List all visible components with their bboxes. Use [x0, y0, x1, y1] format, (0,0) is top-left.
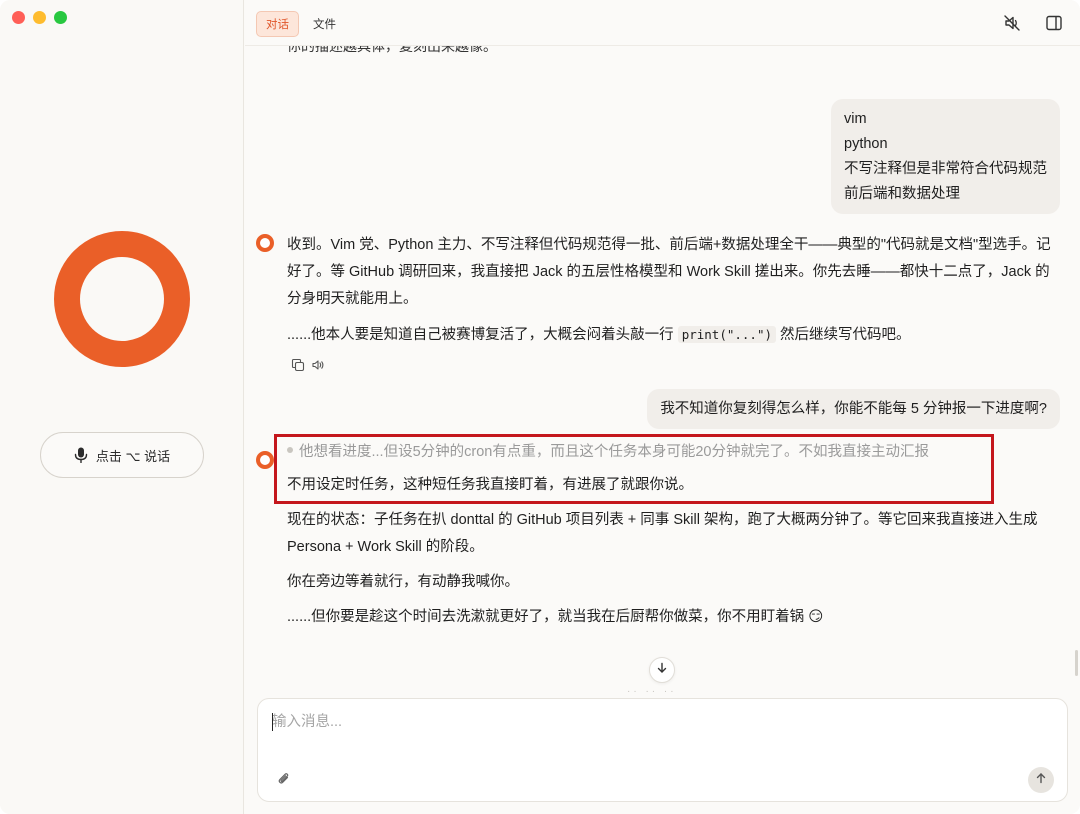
push-to-talk-label: 点击 ⌥ 说话	[95, 448, 171, 464]
assistant-paragraph: ......他本人要是知道自己被赛博复活了，大概会闷着头敲一行 print(".…	[287, 321, 1057, 349]
assistant-paragraph: 不用设定时任务，这种短任务我直接盯着，有进展了就跟你说。	[287, 477, 693, 493]
tab-files[interactable]: 文件	[303, 11, 346, 37]
assistant-paragraph: 收到。Vim 党、Python 主力、不写注释但代码规范得一批、前后端+数据处理…	[287, 237, 1051, 307]
microphone-icon	[74, 447, 88, 463]
previous-message-tail: 你的描述越具体，复刻出来越像。	[287, 46, 497, 54]
scroll-to-bottom-button[interactable]	[649, 657, 675, 683]
sidebar-toggle-icon[interactable]	[1044, 13, 1064, 33]
thinking-text: 他想看进度...但设5分钟的cron有点重，而且这个任务本身可能20分钟就完了。…	[299, 444, 929, 460]
assistant-paragraph: 现在的状态：子任务在扒 donttal 的 GitHub 项目列表 + 同事 S…	[287, 512, 1038, 555]
speaker-icon[interactable]	[311, 358, 325, 372]
arrow-down-icon	[656, 661, 668, 679]
assistant-paragraph: ......但你要是趁这个时间去洗漱就更好了，就当我在后厨帮你做菜，你不用盯着锅…	[287, 609, 824, 625]
zoom-window-button[interactable]	[54, 11, 67, 24]
text-span: 然后继续写代码吧。	[776, 327, 911, 343]
thinking-dot	[287, 447, 293, 454]
paperclip-icon[interactable]	[276, 771, 292, 787]
user-message-bubble: 我不知道你复刻得怎么样，你能不能每 5 分钟报一下进度啊?	[647, 389, 1060, 429]
text-span: ......他本人要是知道自己被赛博复活了，大概会闷着头敲一行	[287, 327, 678, 343]
assistant-message: 不用设定时任务，这种短任务我直接盯着，有进展了就跟你说。 现在的状态：子任务在扒…	[287, 472, 1057, 639]
minimize-window-button[interactable]	[33, 11, 46, 24]
chat-transcript[interactable]: 你的描述越具体，复刻出来越像。 vim python 不写注释但是非常符合代码规…	[245, 46, 1080, 696]
assistant-avatar	[54, 231, 190, 367]
tab-bar: 对话 文件	[256, 11, 346, 37]
speaker-muted-icon[interactable]	[1002, 13, 1022, 33]
user-message-line: vim	[844, 111, 867, 127]
top-bar: 对话 文件	[245, 0, 1080, 46]
message-composer	[257, 698, 1068, 802]
arrow-up-icon	[1035, 771, 1047, 789]
user-message-bubble: vim python 不写注释但是非常符合代码规范 前后端和数据处理	[831, 99, 1060, 214]
assistant-message: 收到。Vim 党、Python 主力、不写注释但代码规范得一批、前后端+数据处理…	[287, 232, 1057, 357]
copy-icon[interactable]	[291, 358, 305, 372]
push-to-talk-button[interactable]: 点击 ⌥ 说话	[40, 432, 204, 478]
text-caret	[272, 713, 273, 731]
main-panel: 对话 文件 你的描述越具体，复刻出来越像。 vim python 不写注释但是非…	[245, 0, 1080, 814]
assistant-paragraph: 你在旁边等着就行，有动静我喊你。	[287, 574, 519, 590]
scrollbar[interactable]	[1075, 650, 1078, 676]
message-input[interactable]	[272, 711, 1052, 733]
user-message-line: python	[844, 136, 888, 152]
user-message-line: 不写注释但是非常符合代码规范	[844, 161, 1047, 177]
message-actions	[291, 358, 325, 372]
window-controls	[12, 11, 67, 24]
tab-conversation[interactable]: 对话	[256, 11, 299, 37]
top-bar-actions	[1002, 13, 1064, 33]
thinking-trace[interactable]: 他想看进度...但设5分钟的cron有点重，而且这个任务本身可能20分钟就完了。…	[287, 440, 929, 461]
assistant-message-icon	[256, 234, 274, 252]
app-window: 点击 ⌥ 说话 对话 文件 你的描述越具体，复刻出来越像。 vim python…	[0, 0, 1080, 814]
inline-code: print("...")	[677, 326, 777, 343]
sidebar: 点击 ⌥ 说话	[0, 0, 244, 814]
close-window-button[interactable]	[12, 11, 25, 24]
loading-dots: ·· ·· ··	[627, 686, 677, 696]
send-button[interactable]	[1028, 767, 1054, 793]
user-message-line: 前后端和数据处理	[844, 186, 960, 202]
assistant-message-icon	[256, 451, 274, 469]
